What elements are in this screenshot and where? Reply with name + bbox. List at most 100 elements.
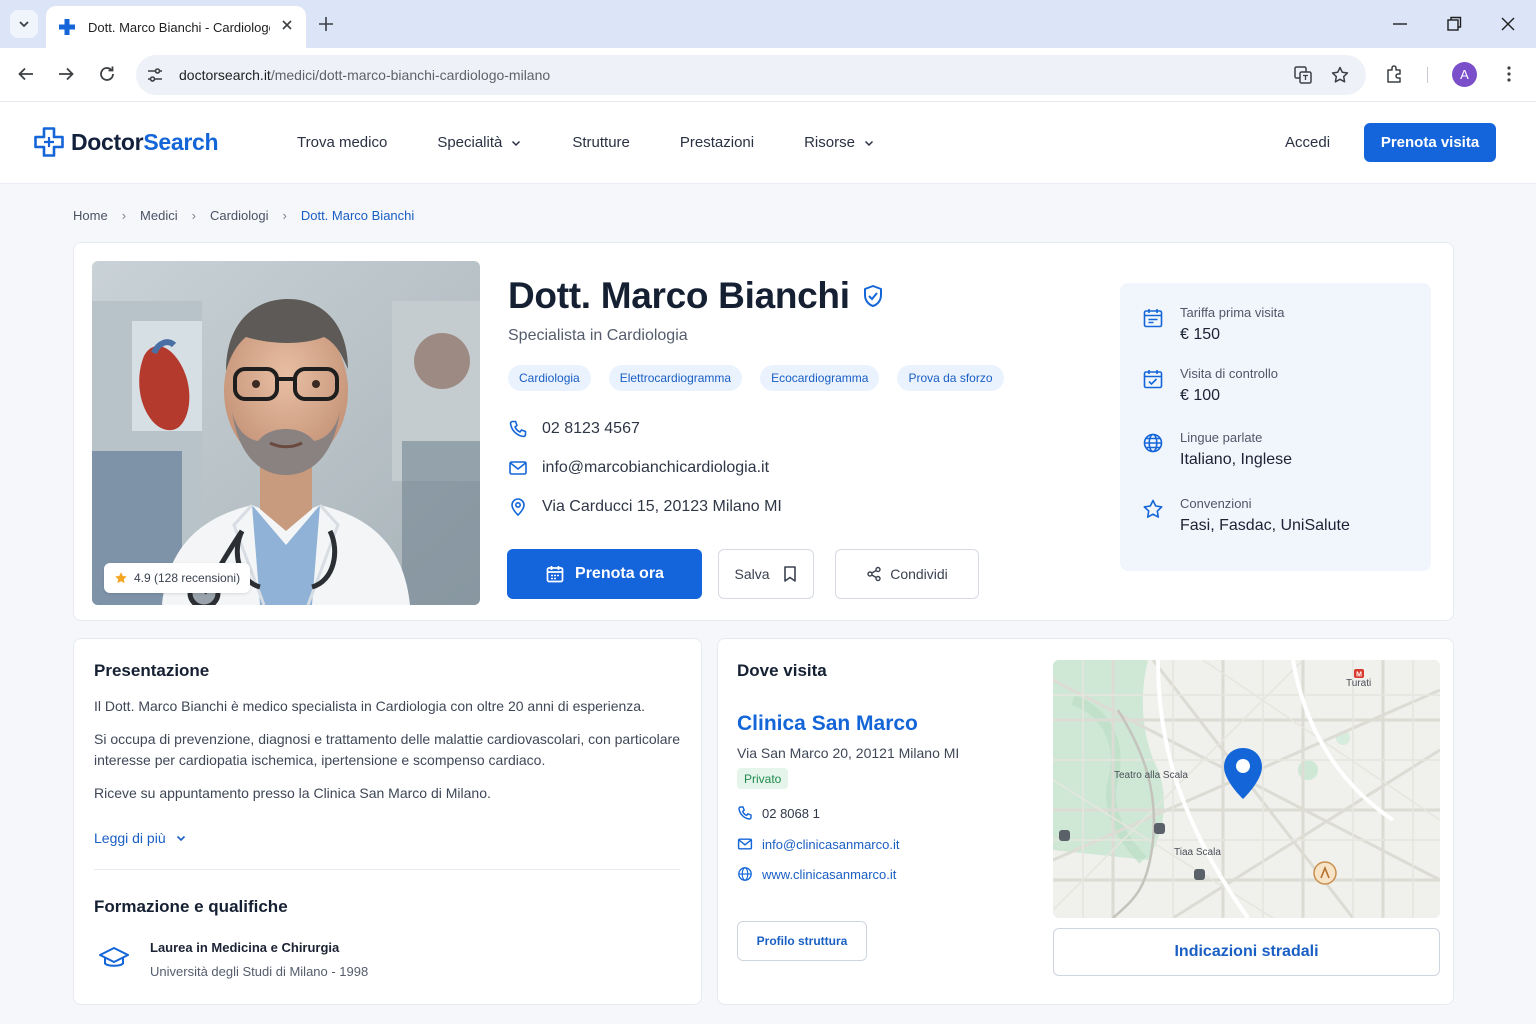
map-label-teatro: Teatro alla Scala xyxy=(1114,770,1188,781)
close-icon[interactable] xyxy=(280,18,294,32)
browser-toolbar: doctorsearch.it/medici/dott-marco-bianch… xyxy=(0,48,1536,102)
minimize-icon[interactable] xyxy=(1390,14,1410,34)
service-tags: Cardiologia Elettrocardiogramma Ecocardi… xyxy=(508,365,1022,391)
location-pin-icon xyxy=(511,498,525,517)
location-title: Dove visita xyxy=(737,661,827,680)
doctor-name: Dott. Marco Bianchi xyxy=(508,275,884,317)
tag-prova-da-sforzo[interactable]: Prova da sforzo xyxy=(897,365,1004,391)
profile-avatar[interactable]: A xyxy=(1452,62,1477,87)
tab-title: Dott. Marco Bianchi - Cardiologo xyxy=(88,19,270,35)
book-visit-header-button[interactable]: Prenota visita xyxy=(1364,123,1496,162)
location-map[interactable]: M Turati Teatro alla Scala Tiaa Scala xyxy=(1053,660,1440,918)
info-conventions: Convenzioni Fasi, Fasdac, UniSalute xyxy=(1142,496,1350,535)
breadcrumb: Home › Medici › Cardiologi › Dott. Marco… xyxy=(73,208,414,223)
degree-title: Laurea in Medicina e Chirurgia xyxy=(150,940,340,955)
doctor-profile-card: 4.9 (128 recensioni) Dott. Marco Bianchi… xyxy=(73,242,1454,621)
breadcrumb-separator: › xyxy=(282,208,287,223)
map-label-tlaa: Tiaa Scala xyxy=(1174,847,1221,858)
window-close-icon[interactable] xyxy=(1498,14,1518,34)
bookmark-star-icon[interactable] xyxy=(1330,65,1350,85)
mail-icon xyxy=(737,838,753,850)
chevron-down-icon xyxy=(864,140,873,146)
logo-text-search: Search xyxy=(143,128,219,155)
map-streets-illustration: M xyxy=(1053,660,1440,918)
private-badge: Privato xyxy=(737,768,789,789)
reload-icon[interactable] xyxy=(97,64,117,84)
map-label-turati: Turati xyxy=(1346,678,1372,689)
clinic-address: Via San Marco 20, 20121 Milano MI xyxy=(737,745,960,761)
education-item: Laurea in Medicina e Chirurgia Universit… xyxy=(98,940,368,979)
address-bar[interactable]: doctorsearch.it/medici/dott-marco-bianch… xyxy=(136,55,1366,95)
globe-icon xyxy=(1143,433,1163,453)
toolbar-separator xyxy=(1427,67,1428,83)
phone-icon xyxy=(509,420,527,438)
presentation-paragraph-2: Si occupa di prevenzione, diagnosi e tra… xyxy=(94,731,680,768)
bookmark-icon xyxy=(783,566,796,582)
breadcrumb-cardiologi[interactable]: Cardiologi xyxy=(210,208,269,223)
chevron-down-icon xyxy=(176,835,185,842)
chevron-down-icon xyxy=(512,140,521,146)
presentation-title: Presentazione xyxy=(94,661,210,680)
extensions-puzzle-icon[interactable] xyxy=(1385,64,1405,84)
kebab-menu-icon[interactable] xyxy=(1499,64,1519,84)
nav-prestazioni[interactable]: Prestazioni xyxy=(680,134,754,151)
chevron-down-icon xyxy=(19,21,29,28)
breadcrumb-separator: › xyxy=(121,208,127,223)
location-card: Dove visita Clinica San Marco Via San Ma… xyxy=(717,638,1454,1005)
doctor-address[interactable]: Via Carducci 15, 20123 Milano MI xyxy=(508,497,782,517)
clinic-name-link[interactable]: Clinica San Marco xyxy=(737,712,918,736)
directions-button[interactable]: Indicazioni stradali xyxy=(1053,928,1440,976)
save-button[interactable]: Salva xyxy=(718,549,814,599)
tag-ecocardiogramma[interactable]: Ecocardiogramma xyxy=(760,365,880,391)
translate-icon[interactable] xyxy=(1293,65,1313,85)
doctorsearch-logo[interactable]: DoctorSearch xyxy=(33,126,219,158)
back-arrow-icon[interactable] xyxy=(16,64,36,84)
nav-trova-medico[interactable]: Trova medico xyxy=(297,134,387,151)
doctor-photo: 4.9 (128 recensioni) xyxy=(92,261,480,605)
browser-tabbar: Dott. Marco Bianchi - Cardiologo xyxy=(0,0,1536,48)
clinic-email[interactable]: info@clinicasanmarco.it xyxy=(737,836,899,852)
book-now-button[interactable]: Prenota ora xyxy=(507,549,702,599)
main-navigation: Trova medico Specialità Strutture Presta… xyxy=(297,134,925,151)
doctor-specialty: Specialista in Cardiologia xyxy=(508,327,688,344)
clinic-phone[interactable]: 02 8068 1 xyxy=(737,805,820,821)
phone-icon xyxy=(738,806,752,820)
tag-elettrocardiogramma[interactable]: Elettrocardiogramma xyxy=(608,365,743,391)
breadcrumb-medici[interactable]: Medici xyxy=(140,208,178,223)
nav-strutture[interactable]: Strutture xyxy=(572,134,630,151)
share-button[interactable]: Condividi xyxy=(835,549,979,599)
url-text: doctorsearch.it/medici/dott-marco-bianch… xyxy=(179,67,551,83)
calendar-fee-icon xyxy=(1143,309,1163,328)
mail-icon xyxy=(509,461,527,475)
read-more-link[interactable]: Leggi di più xyxy=(94,830,187,846)
education-title: Formazione e qualifiche xyxy=(94,897,288,916)
calendar-icon xyxy=(546,566,564,583)
doctor-phone[interactable]: 02 8123 4567 xyxy=(508,419,640,439)
medical-cross-favicon-icon xyxy=(59,19,75,35)
nav-specialita[interactable]: Specialità xyxy=(437,134,522,151)
tag-cardiologia[interactable]: Cardiologia xyxy=(508,365,591,391)
star-outline-icon xyxy=(1143,499,1163,518)
browser-tab-active[interactable]: Dott. Marco Bianchi - Cardiologo xyxy=(46,6,306,48)
tab-search-button[interactable] xyxy=(10,10,38,38)
degree-university: Università degli Studi di Milano - 1998 xyxy=(150,964,369,979)
presentation-card: Presentazione Il Dott. Marco Bianchi è m… xyxy=(73,638,702,1005)
clinic-website[interactable]: www.clinicasanmarco.it xyxy=(737,866,896,882)
presentation-paragraph-3: Riceve su appuntamento presso la Clinica… xyxy=(94,785,491,801)
logo-text-doctor: Doctor xyxy=(71,128,144,155)
star-filled-icon xyxy=(115,572,127,584)
restore-icon[interactable] xyxy=(1444,14,1464,34)
nav-risorse[interactable]: Risorse xyxy=(804,134,875,151)
clinic-profile-button[interactable]: Profilo struttura xyxy=(737,921,867,961)
graduation-cap-icon xyxy=(99,947,129,967)
forward-arrow-icon[interactable] xyxy=(56,64,76,84)
info-languages: Lingue parlate Italiano, Inglese xyxy=(1142,430,1292,469)
doctor-email[interactable]: info@marcobianchicardiologia.it xyxy=(508,458,769,478)
new-tab-plus-icon[interactable] xyxy=(316,14,336,34)
rating-text: 4.9 (128 recensioni) xyxy=(134,571,241,585)
login-link[interactable]: Accedi xyxy=(1285,134,1330,151)
fees-info-panel: Tariffa prima visita € 150 Visita di cont… xyxy=(1120,283,1431,571)
section-divider xyxy=(94,869,680,870)
site-settings-icon[interactable] xyxy=(146,66,164,84)
breadcrumb-home[interactable]: Home xyxy=(73,208,108,223)
